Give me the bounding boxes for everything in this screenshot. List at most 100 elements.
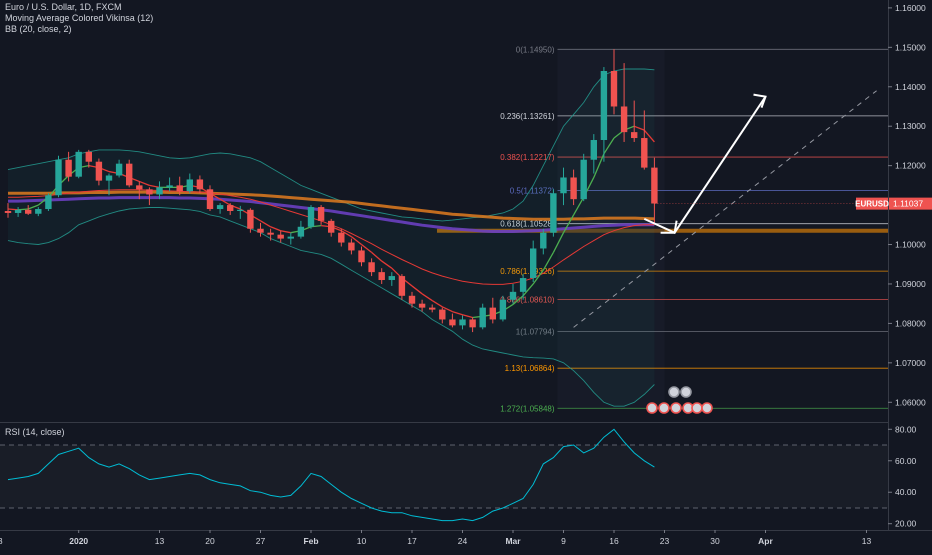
rsi-tick-label: 80.00 bbox=[895, 424, 917, 434]
candle-body bbox=[338, 232, 345, 243]
price-tick-label: 1.12000 bbox=[895, 161, 926, 171]
candle-body bbox=[570, 177, 577, 200]
rsi-band bbox=[0, 445, 888, 508]
candle-body bbox=[25, 209, 32, 214]
candle-body bbox=[166, 185, 173, 188]
candle-body bbox=[95, 161, 103, 181]
candle-body bbox=[307, 207, 315, 227]
time-tick-label: 24 bbox=[458, 536, 468, 546]
chart-stage[interactable]: 0(1.14950) 0.236(1.13261) 0.382(1.12217) 0.… bbox=[0, 0, 932, 550]
last-price-label: 1.11037 bbox=[893, 199, 923, 209]
candle-body bbox=[55, 159, 62, 196]
candle-body bbox=[580, 159, 587, 200]
time-tick-label: Mar bbox=[505, 536, 521, 546]
candle-body bbox=[4, 211, 12, 213]
candle[interactable] bbox=[550, 189, 557, 237]
chart-canvas[interactable]: 0(1.14950)0.236(1.13261)0.382(1.12217)0.… bbox=[0, 0, 932, 550]
candle-body bbox=[489, 307, 496, 320]
candle-body bbox=[590, 140, 597, 160]
price-tick-label: 1.16000 bbox=[895, 3, 926, 13]
candle-body bbox=[479, 307, 486, 328]
bb-legend[interactable]: BB (20, close, 2) bbox=[5, 24, 72, 35]
candle-body bbox=[560, 177, 567, 194]
candle-body bbox=[449, 319, 456, 326]
economic-event-icon[interactable] bbox=[646, 402, 658, 414]
candle-body bbox=[287, 236, 294, 239]
candle[interactable] bbox=[580, 153, 587, 202]
candle-body bbox=[651, 167, 658, 204]
candle-body bbox=[277, 234, 284, 239]
time-tick-label: 2020 bbox=[69, 536, 88, 546]
time-tick-label: Feb bbox=[303, 536, 318, 546]
time-tick-label: 20 bbox=[205, 536, 215, 546]
time-tick-label: 13 bbox=[862, 536, 872, 546]
candle[interactable] bbox=[55, 155, 62, 198]
candle-body bbox=[540, 232, 547, 249]
time-tick-label: 17 bbox=[407, 536, 417, 546]
fib-level-label: 1.272(1.05848) bbox=[500, 404, 555, 413]
candle-body bbox=[378, 272, 385, 281]
event-marker-circle bbox=[658, 402, 670, 414]
candle-body bbox=[227, 205, 234, 211]
candle-body bbox=[156, 187, 163, 195]
fib-level-label: 1.13(1.06864) bbox=[505, 364, 555, 373]
price-tick-label: 1.10000 bbox=[895, 240, 926, 250]
time-tick-label: 23 bbox=[660, 536, 670, 546]
candle-body bbox=[610, 70, 618, 107]
price-tick-label: 1.08000 bbox=[895, 318, 926, 328]
candle-body bbox=[237, 209, 244, 211]
time-tick-label: 27 bbox=[256, 536, 266, 546]
candle-body bbox=[14, 209, 22, 213]
candle-body bbox=[358, 250, 365, 263]
price-tick-label: 1.15000 bbox=[895, 42, 926, 52]
candle[interactable] bbox=[307, 205, 315, 229]
candle-body bbox=[408, 295, 416, 304]
candle-body bbox=[317, 207, 325, 221]
time-tick-label: 30 bbox=[710, 536, 720, 546]
candle-body bbox=[439, 309, 446, 320]
time-tick-label: 13 bbox=[155, 536, 165, 546]
candle-body bbox=[631, 132, 638, 139]
price-tick-label: 1.06000 bbox=[895, 397, 926, 407]
ma-legend[interactable]: Moving Average Colored Vikinsa (12) bbox=[5, 13, 153, 24]
rsi-legend[interactable]: RSI (14, close) bbox=[5, 427, 65, 438]
price-tick-label: 1.14000 bbox=[895, 82, 926, 92]
candle-body bbox=[115, 163, 123, 176]
candle-body bbox=[398, 276, 406, 296]
candle[interactable] bbox=[126, 159, 133, 188]
candle-body bbox=[35, 209, 42, 214]
fib-level-label: 0.236(1.13261) bbox=[500, 112, 555, 121]
economic-event-icon[interactable] bbox=[691, 402, 703, 414]
candle-body bbox=[459, 319, 466, 326]
event-marker-circle bbox=[701, 402, 713, 414]
candle[interactable] bbox=[45, 193, 52, 211]
economic-event-icon[interactable] bbox=[670, 402, 682, 414]
economic-event-icon[interactable] bbox=[680, 386, 692, 398]
candle-body bbox=[469, 319, 476, 328]
candle-body bbox=[126, 163, 133, 186]
economic-event-icon[interactable] bbox=[658, 402, 670, 414]
candle-body bbox=[418, 303, 426, 308]
candle-body bbox=[105, 175, 113, 181]
chart-title: Euro / U.S. Dollar, 1D, FXCM bbox=[5, 2, 122, 12]
candle-body bbox=[429, 307, 436, 310]
time-tick-label: Apr bbox=[758, 536, 773, 546]
candle-body bbox=[146, 189, 153, 195]
candle-body bbox=[65, 159, 72, 177]
candle-body bbox=[267, 232, 274, 235]
candle-body bbox=[247, 209, 254, 229]
event-marker-circle bbox=[691, 402, 703, 414]
candle-body bbox=[509, 291, 517, 300]
time-tick-label: 10 bbox=[357, 536, 367, 546]
candle-body bbox=[196, 179, 204, 190]
candle-body bbox=[600, 70, 608, 141]
event-marker-circle bbox=[646, 402, 658, 414]
price-tick-label: 1.07000 bbox=[895, 358, 926, 368]
symbol-badge-label: EURUSD bbox=[855, 200, 889, 209]
event-marker-circle bbox=[680, 386, 692, 398]
economic-event-icon[interactable] bbox=[668, 386, 680, 398]
candle[interactable] bbox=[75, 149, 82, 179]
candle-body bbox=[206, 189, 214, 210]
economic-event-icon[interactable] bbox=[701, 402, 713, 414]
candle-body bbox=[620, 106, 628, 133]
